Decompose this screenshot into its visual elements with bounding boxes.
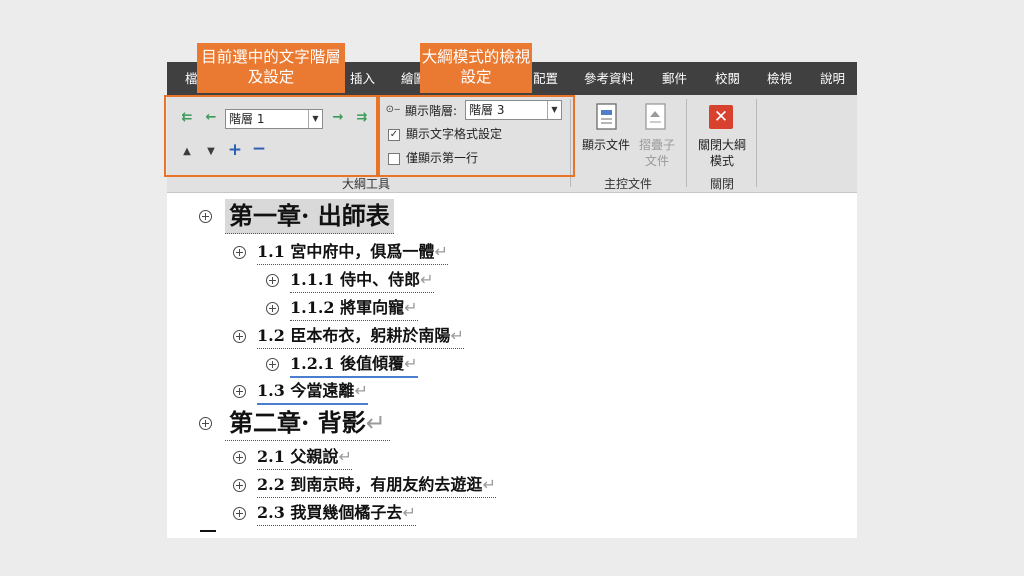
menu-insert[interactable]: 插入 [350, 62, 375, 95]
expand-plus-icon[interactable] [233, 330, 246, 343]
expand-plus-icon[interactable] [233, 451, 246, 464]
close-outline-view-icon[interactable]: ✕ [709, 105, 733, 129]
expand-plus-icon[interactable] [266, 274, 279, 287]
menu-mailings[interactable]: 郵件 [662, 62, 687, 95]
collapse-subdocuments-label: 摺疊子文件 [638, 138, 675, 168]
outline-tools-highlight [164, 95, 378, 177]
menu-review[interactable]: 校閱 [715, 62, 740, 95]
show-document-label: 顯示文件 [582, 138, 631, 152]
menu-view[interactable]: 檢視 [767, 62, 792, 95]
group-divider [686, 99, 687, 187]
close-outline-view-button[interactable]: 關閉大綱模式 [696, 137, 748, 169]
menu-layout[interactable]: 配置 [533, 62, 558, 95]
callout-left: 目前選中的文字階層及設定 [197, 43, 345, 93]
expand-plus-icon[interactable] [233, 246, 246, 259]
show-document-icon[interactable] [595, 102, 619, 132]
expand-plus-icon[interactable] [199, 210, 212, 223]
group-divider [756, 99, 757, 187]
collapse-subdocuments-icon [645, 103, 666, 130]
expand-plus-icon[interactable] [199, 417, 212, 430]
expand-plus-icon[interactable] [233, 385, 246, 398]
view-settings-highlight [378, 95, 575, 177]
menu-references[interactable]: 參考資料 [584, 62, 634, 95]
master-document-group-label: 主控文件 [604, 177, 653, 191]
close-group-label: 關閉 [710, 177, 735, 191]
end-of-document-marker [200, 530, 216, 532]
expand-plus-icon[interactable] [266, 358, 279, 371]
expand-plus-icon[interactable] [233, 479, 246, 492]
expand-plus-icon[interactable] [266, 302, 279, 315]
menu-file[interactable]: 檔 [185, 62, 198, 95]
expand-plus-icon[interactable] [233, 507, 246, 520]
menu-help[interactable]: 說明 [820, 62, 845, 95]
callout-right: 大綱模式的檢視設定 [420, 43, 532, 93]
outline-tools-group-label: 大綱工具 [342, 177, 391, 191]
